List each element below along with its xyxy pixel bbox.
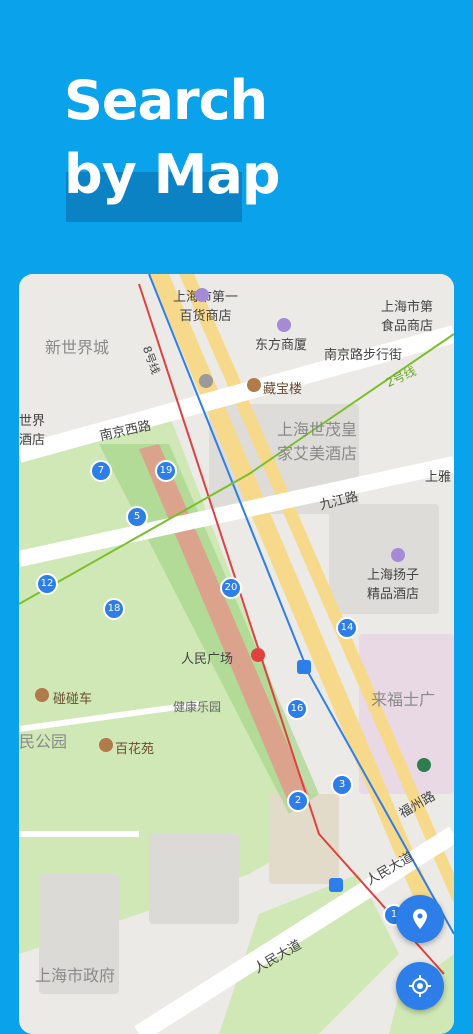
label-gov: 上海市政府 (35, 966, 116, 985)
attraction-icon[interactable] (99, 738, 113, 752)
location-pin-icon (413, 909, 427, 929)
label-nanjing-walk: 南京路步行街 (324, 348, 403, 363)
hero-title: Search by Map (64, 64, 280, 222)
bus-stop-icon[interactable] (297, 660, 311, 674)
label-world-hotel: 世界 酒店 (19, 414, 46, 448)
bus-stop-icon[interactable] (329, 878, 343, 892)
title-line-1: Search (64, 69, 268, 132)
label-jiankang: 健康乐园 (173, 700, 222, 714)
bus-route-badge[interactable]: 2 (287, 790, 309, 812)
label-park: 民公园 (19, 732, 68, 751)
label-shimao: 上海世茂皇 家艾美酒店 (277, 420, 358, 463)
label-laifushi: 来福士广 (371, 690, 436, 709)
map-card[interactable]: 新世界城 上海市第一 百货商店 东方商厦 南京路步行街 上海市第 食品商店 藏宝… (19, 274, 454, 1034)
label-ya: 上雅 (425, 470, 452, 485)
label-cangbao: 藏宝楼 (263, 382, 303, 397)
bus-route-badge[interactable]: 7 (90, 460, 112, 482)
bus-route-badge[interactable]: 3 (331, 774, 353, 796)
label-food-store: 上海市第 食品商店 (381, 300, 434, 334)
label-dongfang: 东方商厦 (255, 338, 308, 353)
bus-route-badge[interactable]: 14 (336, 617, 358, 639)
metro-station-icon[interactable] (251, 648, 265, 662)
my-location-button[interactable] (396, 962, 444, 1010)
bus-route-badge[interactable]: 19 (155, 460, 177, 482)
bus-route-badge[interactable]: 16 (286, 698, 308, 720)
title-line-2: by Map (64, 143, 280, 206)
bus-route-badge[interactable]: 5 (126, 506, 148, 528)
hotel-icon[interactable] (391, 548, 405, 562)
location-pin-button[interactable] (396, 895, 444, 943)
money-icon[interactable] (199, 374, 213, 388)
label-pengpeng: 碰碰车 (53, 692, 93, 707)
label-yangzi: 上海扬子 精品酒店 (367, 568, 420, 602)
label-baihua: 百花苑 (115, 742, 155, 757)
cafe-icon[interactable] (417, 758, 431, 772)
bus-route-badge[interactable]: 18 (103, 598, 125, 620)
shopping-icon[interactable] (277, 318, 291, 332)
label-xinshijie: 新世界城 (45, 338, 110, 357)
bus-route-badge[interactable]: 20 (220, 577, 242, 599)
bus-route-badge[interactable]: 12 (36, 573, 58, 595)
label-people-square: 人民广场 (181, 652, 234, 667)
attraction-icon[interactable] (247, 378, 261, 392)
attraction-icon[interactable] (35, 688, 49, 702)
shopping-icon[interactable] (195, 288, 209, 302)
crosshair-icon (409, 975, 431, 997)
